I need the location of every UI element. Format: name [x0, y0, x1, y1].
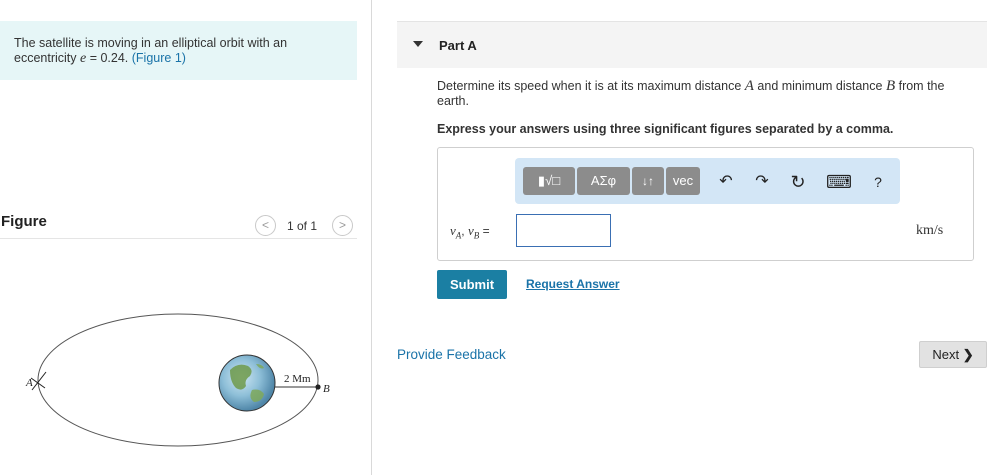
problem-statement: The satellite is moving in an elliptical… [0, 21, 357, 80]
figure-pager: 1 of 1 [287, 219, 318, 233]
part-header[interactable]: Part A [397, 21, 987, 68]
figure-link[interactable]: (Figure 1) [132, 51, 186, 65]
next-label: Next [932, 347, 960, 362]
symbol-b: B [885, 78, 896, 94]
question-part-2: and minimum distance [753, 79, 886, 93]
arrows-button[interactable]: ↓↑ [632, 167, 664, 195]
right-panel: Part A Determine its speed when it is at… [397, 0, 998, 475]
var-separator: , [461, 224, 468, 238]
collapse-caret-icon[interactable] [413, 41, 423, 47]
submit-button[interactable]: Submit [437, 270, 507, 299]
request-answer-link[interactable]: Request Answer [526, 277, 620, 291]
undo-icon[interactable]: ↶ [715, 171, 737, 193]
chevron-right-icon: ❯ [962, 347, 974, 362]
point-a-label: A [25, 377, 33, 389]
vec-button[interactable]: vec [666, 167, 700, 195]
earth-icon [218, 354, 276, 412]
keyboard-icon[interactable]: ⌨ [826, 171, 852, 193]
eccentricity-value: = 0.24. [86, 51, 132, 65]
point-b-label: B [323, 383, 330, 395]
figure-title: Figure [1, 213, 47, 230]
question-text: Determine its speed when it is at its ma… [437, 79, 977, 109]
answer-box: ▮√□ ΑΣφ ↓↑ vec ↶ ↷ ↻ ⌨ ? vA, vB = km/s [437, 147, 974, 261]
equals-sign: = [479, 224, 490, 238]
answer-input[interactable] [516, 214, 611, 247]
figure-prev-button[interactable]: < [255, 215, 276, 236]
help-icon[interactable]: ? [867, 171, 889, 193]
symbol-a: A [744, 78, 754, 94]
figure-divider [0, 238, 357, 239]
left-panel: The satellite is moving in an elliptical… [0, 0, 371, 475]
reset-icon[interactable]: ↻ [787, 171, 809, 193]
panel-divider [371, 0, 372, 475]
orbit-ellipse [37, 313, 319, 447]
redo-icon[interactable]: ↷ [751, 171, 773, 193]
figure-header: Figure < 1 of 1 > [0, 212, 357, 240]
answer-instruction: Express your answers using three signifi… [437, 122, 894, 136]
math-toolbar: ▮√□ ΑΣφ ↓↑ vec ↶ ↷ ↻ ⌨ ? [515, 158, 900, 204]
question-part-1: Determine its speed when it is at its ma… [437, 79, 745, 93]
next-button[interactable]: Next ❯ [919, 341, 987, 368]
symbols-button[interactable]: ΑΣφ [577, 167, 630, 195]
provide-feedback-link[interactable]: Provide Feedback [397, 347, 506, 362]
templates-button[interactable]: ▮√□ [523, 167, 575, 195]
orbit-figure: 2 Mm B A [25, 313, 330, 447]
units-label: km/s [916, 223, 944, 238]
figure-next-button[interactable]: > [332, 215, 353, 236]
point-b-marker [315, 384, 321, 390]
answer-variable-label: vA, vB = [450, 223, 490, 241]
part-title: Part A [439, 38, 477, 53]
distance-label: 2 Mm [284, 373, 311, 385]
